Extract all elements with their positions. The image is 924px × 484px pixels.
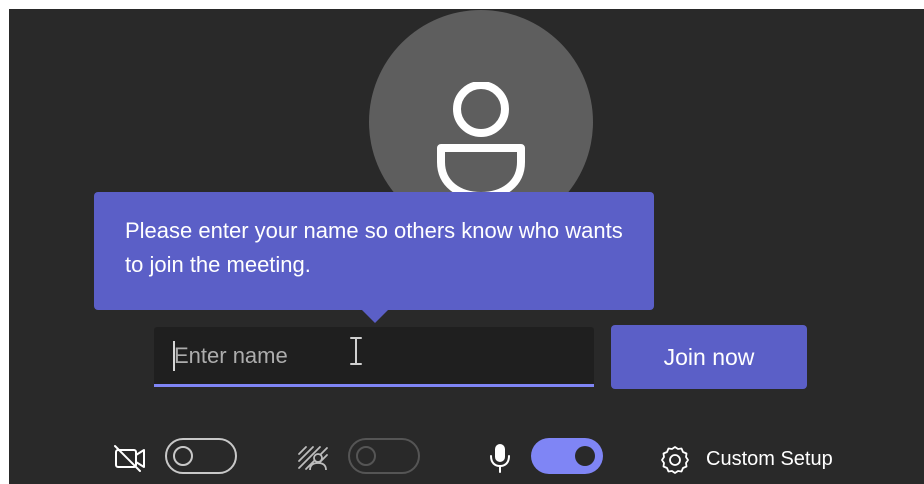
- gear-icon[interactable]: [659, 444, 691, 476]
- text-caret: [173, 341, 175, 371]
- camera-off-icon: [114, 445, 145, 472]
- microphone-toggle-knob: [575, 446, 595, 466]
- microphone-toggle[interactable]: [531, 438, 603, 474]
- background-effects-icon: [298, 446, 328, 471]
- name-input[interactable]: [174, 341, 474, 371]
- prejoin-screen: Please enter your name so others know wh…: [9, 9, 924, 484]
- text-cursor-icon: [350, 337, 362, 365]
- join-now-button[interactable]: Join now: [611, 325, 807, 389]
- tooltip-arrow: [361, 309, 389, 323]
- name-field[interactable]: [154, 327, 594, 387]
- background-effects-toggle-knob: [356, 446, 376, 466]
- custom-setup-button[interactable]: Custom Setup: [706, 446, 833, 472]
- person-icon: [437, 82, 525, 200]
- background-effects-toggle[interactable]: [348, 438, 420, 474]
- camera-toggle[interactable]: [165, 438, 237, 474]
- name-required-tooltip: Please enter your name so others know wh…: [94, 192, 654, 310]
- microphone-icon: [490, 444, 510, 473]
- camera-toggle-knob: [173, 446, 193, 466]
- tooltip-text: Please enter your name so others know wh…: [125, 218, 623, 277]
